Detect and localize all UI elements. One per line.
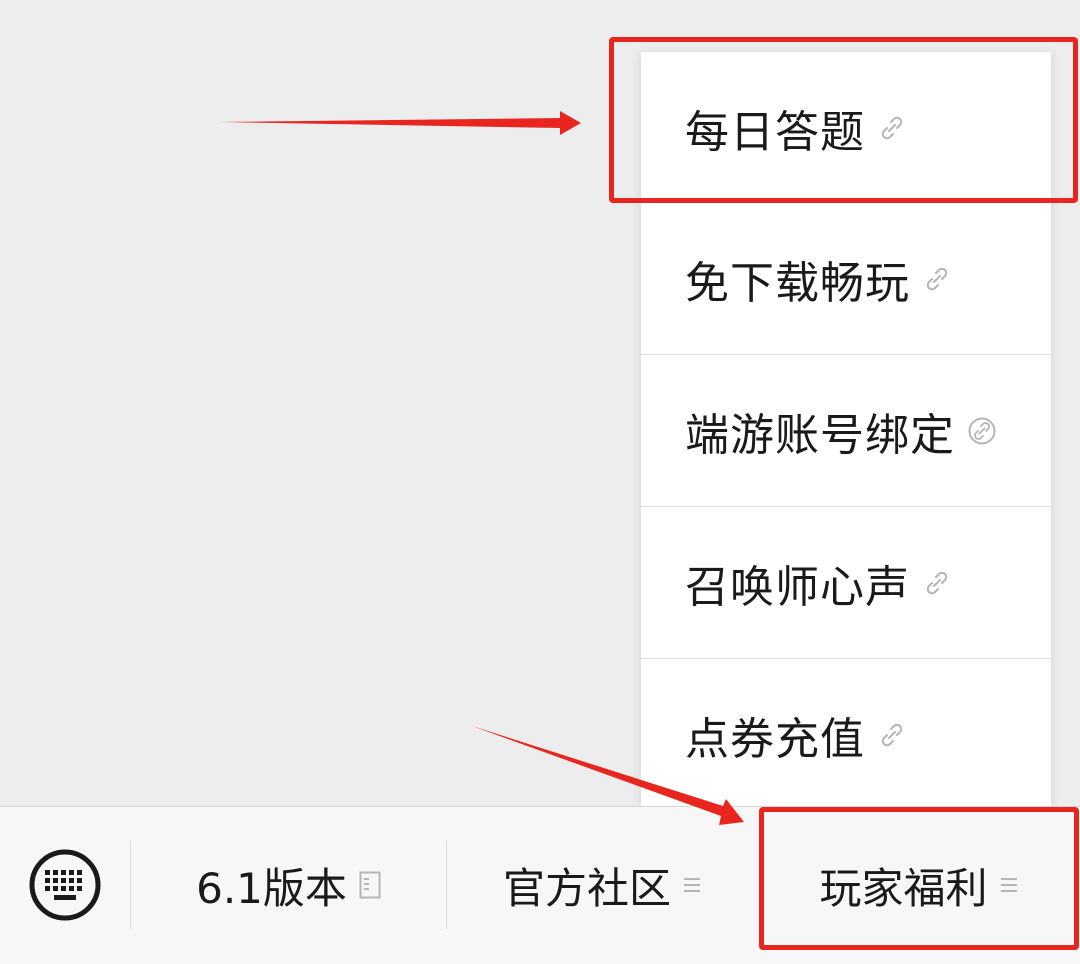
menu-item-voucher-recharge[interactable]: 点券充值 [641, 658, 1051, 810]
bottom-menu-bar: 6.1版本 官方社区 玩家福利 [0, 806, 1080, 964]
menu-item-summoner-voice[interactable]: 召唤师心声 [641, 506, 1051, 658]
menu-item-label: 点券充值 [685, 713, 865, 765]
arrow-to-daily-quiz [220, 111, 581, 135]
menu-item-play-without-download[interactable]: 免下载畅玩 [641, 202, 1051, 354]
article-icon [359, 871, 381, 899]
tab-player-benefits[interactable]: 玩家福利 [757, 807, 1080, 963]
popup-menu: 每日答题 免下载畅玩 端游账号绑定 召唤师心声 点券充值 [641, 52, 1051, 806]
tab-label: 6.1版本 [196, 863, 347, 913]
keyboard-toggle-button[interactable] [28, 848, 102, 922]
tab-official-community[interactable]: 官方社区 [447, 807, 757, 963]
mini-program-circle-link-icon [967, 416, 997, 446]
menu-item-daily-quiz[interactable]: 每日答题 [641, 52, 1051, 204]
tab-label: 玩家福利 [819, 863, 988, 913]
tab-version-6-1[interactable]: 6.1版本 [131, 807, 446, 963]
menu-item-label: 召唤师心声 [685, 561, 910, 613]
menu-item-label: 每日答题 [685, 107, 865, 158]
mini-program-link-icon [877, 720, 907, 750]
mini-program-link-icon [922, 264, 952, 294]
mini-program-link-icon [877, 113, 907, 143]
menu-lines-icon [683, 875, 701, 895]
tab-label: 官方社区 [502, 863, 671, 913]
mini-program-link-icon [922, 568, 952, 598]
menu-lines-icon [1000, 875, 1018, 895]
menu-item-label: 免下载畅玩 [685, 257, 910, 309]
menu-item-account-binding[interactable]: 端游账号绑定 [641, 354, 1051, 506]
menu-item-label: 端游账号绑定 [685, 409, 955, 461]
keyboard-icon [29, 849, 101, 921]
